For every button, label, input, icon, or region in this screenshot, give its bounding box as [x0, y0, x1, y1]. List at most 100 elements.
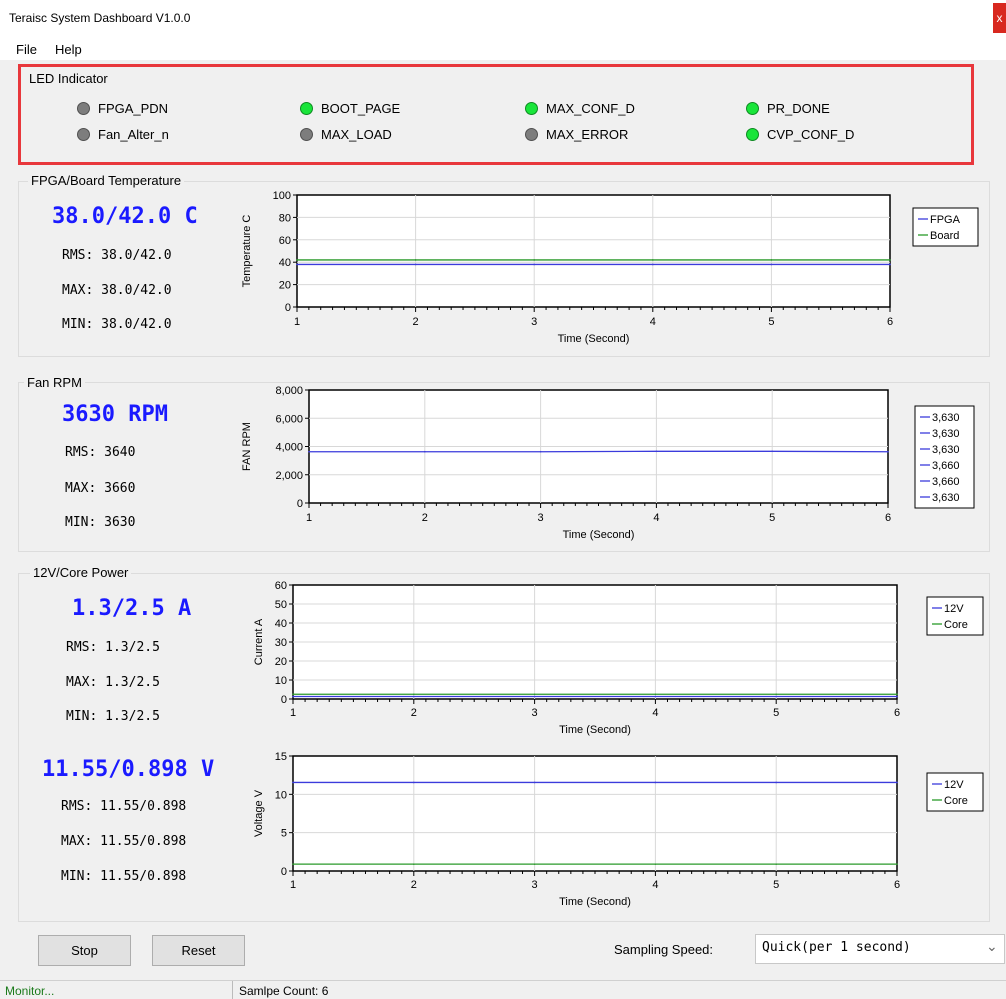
led-label: FPGA_PDN [98, 101, 169, 116]
current-max: MAX: 1.3/2.5 [66, 675, 160, 690]
status-bar [0, 980, 1006, 999]
x-tick-label: 3 [538, 512, 544, 524]
x-tick-label: 6 [894, 879, 900, 891]
temperature-rms: RMS: 38.0/42.0 [62, 248, 172, 263]
data-point [654, 781, 657, 784]
sample-count: Samlpe Count: 6 [239, 984, 329, 998]
data-point [770, 263, 773, 266]
x-axis-label: Time (Second) [559, 724, 631, 736]
led-max-load-icon [300, 128, 313, 141]
temperature-current: 38.0/42.0 C [52, 204, 198, 229]
data-point [292, 781, 294, 784]
led-max-conf-d-icon [525, 102, 538, 115]
data-point [533, 695, 536, 698]
led-max-error-icon [525, 128, 538, 141]
x-axis-label: Time (Second) [563, 529, 635, 541]
x-tick-label: 2 [411, 707, 417, 719]
y-tick-label: 10 [275, 675, 287, 687]
led-label: Fan_Alter_n [98, 127, 169, 142]
data-point [413, 693, 415, 696]
y-tick-label: 40 [275, 618, 287, 630]
x-tick-label: 3 [532, 707, 538, 719]
y-tick-label: 0 [285, 302, 291, 314]
x-tick-label: 5 [773, 879, 779, 891]
legend-label: 3,630 [932, 412, 960, 424]
legend-label: 3,630 [932, 444, 960, 456]
current-chart: 1 2 3 4 5 60102030405060Time (Second)Current … [253, 580, 984, 736]
status-separator [232, 981, 233, 999]
legend-label: 3,630 [932, 428, 960, 440]
temperature-min: MIN: 38.0/42.0 [62, 317, 172, 332]
power-group-title: 12V/Core Power [30, 565, 132, 580]
data-point [775, 781, 777, 784]
x-tick-label: 2 [413, 316, 419, 328]
window-title: Teraisc System Dashboard V1.0.0 [9, 11, 191, 25]
data-point [413, 781, 415, 784]
y-tick-label: 0 [281, 866, 287, 878]
x-tick-label: 4 [652, 707, 658, 719]
close-button[interactable]: x [993, 3, 1006, 33]
data-point [424, 450, 426, 453]
data-point [775, 693, 777, 696]
y-axis-label: Voltage V [253, 789, 265, 837]
data-point [654, 693, 657, 696]
data-point [654, 863, 657, 865]
data-point [775, 863, 777, 865]
y-axis-label: Temperature C [241, 215, 253, 288]
y-tick-label: 60 [275, 580, 287, 592]
plot-area [296, 194, 891, 308]
x-axis-label: Time (Second) [558, 333, 630, 345]
x-tick-label: 6 [887, 316, 893, 328]
legend-label: Core [944, 619, 968, 631]
led-panel-title: LED Indicator [29, 71, 108, 86]
x-tick-label: 3 [532, 879, 538, 891]
reset-button[interactable]: Reset [152, 935, 245, 966]
x-tick-label: 4 [653, 512, 659, 524]
voltage-max: MAX: 11.55/0.898 [61, 834, 187, 849]
led-label: BOOT_PAGE [321, 101, 401, 116]
data-point [770, 259, 773, 261]
menu-help[interactable]: Help [55, 42, 82, 57]
led-label: CVP_CONF_D [767, 127, 855, 142]
y-tick-label: 20 [275, 656, 287, 668]
led-boot-page-icon [300, 102, 313, 115]
x-tick-label: 2 [411, 879, 417, 891]
data-point [652, 259, 654, 261]
data-point [896, 863, 898, 865]
y-tick-label: 2,000 [275, 470, 303, 482]
menu-file[interactable]: File [16, 42, 37, 57]
data-point [654, 695, 657, 698]
chevron-down-icon[interactable]: ⌄ [986, 938, 998, 955]
legend-label: 3,630 [932, 492, 960, 504]
led-label: MAX_LOAD [321, 127, 392, 142]
legend-label: FPGA [930, 214, 961, 226]
x-tick-label: 1 [294, 316, 300, 328]
data-point [414, 263, 417, 266]
y-axis-label: FAN RPM [241, 422, 253, 471]
data-point [296, 263, 298, 266]
data-point [292, 695, 294, 698]
data-point [413, 863, 415, 865]
legend-label: Board [930, 230, 959, 242]
y-tick-label: 0 [297, 498, 303, 510]
x-tick-label: 5 [769, 512, 775, 524]
data-point [413, 695, 415, 698]
data-point [533, 263, 535, 266]
data-point [533, 863, 536, 865]
fan-current: 3630 RPM [62, 402, 168, 427]
data-point [775, 695, 777, 698]
stop-button[interactable]: Stop [38, 935, 131, 966]
fan-group-title: Fan RPM [24, 375, 85, 390]
data-point [896, 693, 898, 696]
x-tick-label: 1 [290, 879, 296, 891]
status-text: Monitor... [5, 984, 55, 998]
led-label: PR_DONE [767, 101, 830, 116]
legend-label: 3,660 [932, 460, 960, 472]
temperature-group-title: FPGA/Board Temperature [28, 173, 185, 188]
led-label: MAX_ERROR [546, 127, 629, 142]
x-tick-label: 5 [768, 316, 774, 328]
fan-max: MAX: 3660 [65, 481, 136, 496]
x-tick-label: 4 [650, 316, 656, 328]
x-tick-label: 1 [306, 512, 312, 524]
data-point [533, 259, 535, 261]
